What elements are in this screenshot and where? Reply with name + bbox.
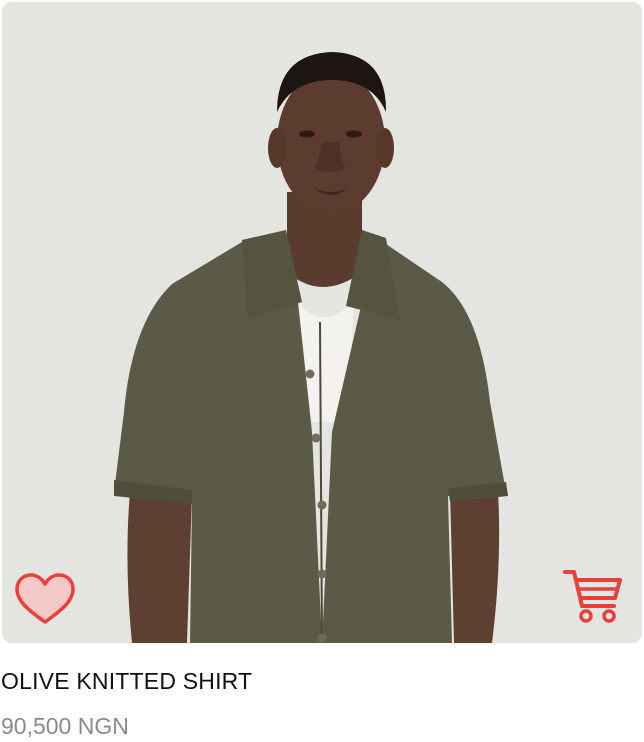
heart-icon bbox=[15, 573, 75, 624]
product-photo bbox=[2, 2, 642, 643]
product-image[interactable] bbox=[2, 2, 642, 643]
wishlist-button[interactable] bbox=[14, 572, 76, 628]
add-to-cart-button[interactable] bbox=[562, 568, 624, 626]
cart-icon bbox=[563, 570, 622, 623]
product-price: 90,500 NGN bbox=[1, 713, 129, 739]
product-card[interactable]: OLIVE KNITTED SHIRT 90,500 NGN bbox=[0, 0, 644, 742]
product-name[interactable]: OLIVE KNITTED SHIRT bbox=[1, 668, 252, 695]
